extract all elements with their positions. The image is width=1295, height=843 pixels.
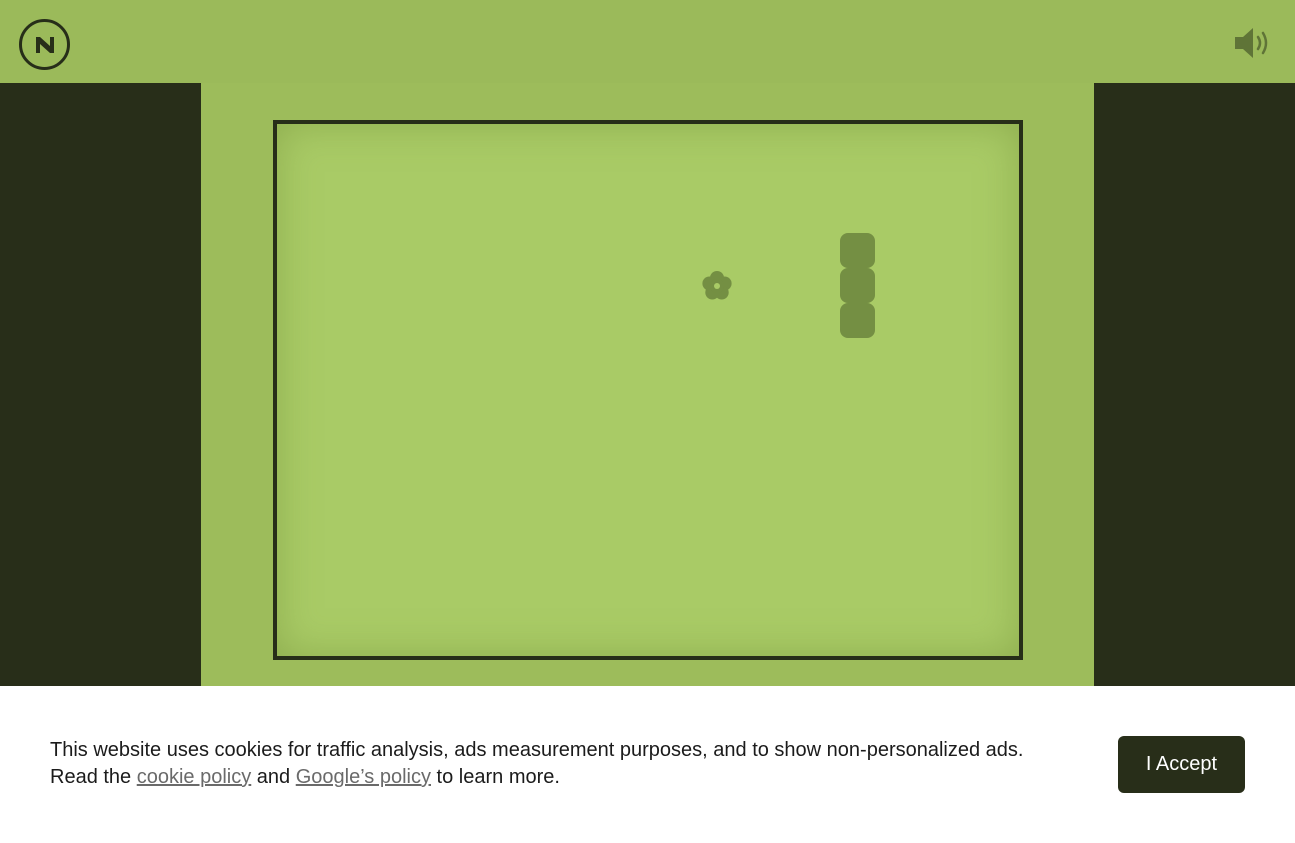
google-policy-link[interactable]: Google’s policy — [296, 766, 431, 788]
cookie-policy-link[interactable]: cookie policy — [137, 766, 252, 788]
cookie-message-and: and — [251, 766, 296, 788]
speaker-on-icon — [1235, 28, 1268, 58]
cookie-message: This website uses cookies for traffic an… — [50, 737, 1100, 791]
snake-body-segment — [840, 268, 875, 303]
flower-icon — [702, 271, 732, 300]
cookie-message-suffix: to learn more. — [431, 766, 560, 788]
game-board[interactable] — [273, 120, 1023, 660]
cookie-message-line2: Read the cookie policy and Google’s poli… — [50, 764, 1100, 791]
left-side-panel — [0, 83, 201, 686]
cookie-message-line1: This website uses cookies for traffic an… — [50, 739, 1024, 761]
accept-cookies-button[interactable]: I Accept — [1118, 736, 1245, 793]
right-side-panel — [1094, 83, 1295, 686]
top-bar — [0, 0, 1295, 83]
game-page: This website uses cookies for traffic an… — [0, 0, 1295, 843]
snake-tail-segment — [840, 303, 875, 338]
sound-toggle-button[interactable] — [1232, 24, 1272, 62]
logo-button[interactable] — [19, 19, 70, 70]
cookie-message-prefix: Read the — [50, 766, 137, 788]
nimble-logo-icon — [35, 36, 54, 53]
snake-head — [840, 233, 875, 268]
